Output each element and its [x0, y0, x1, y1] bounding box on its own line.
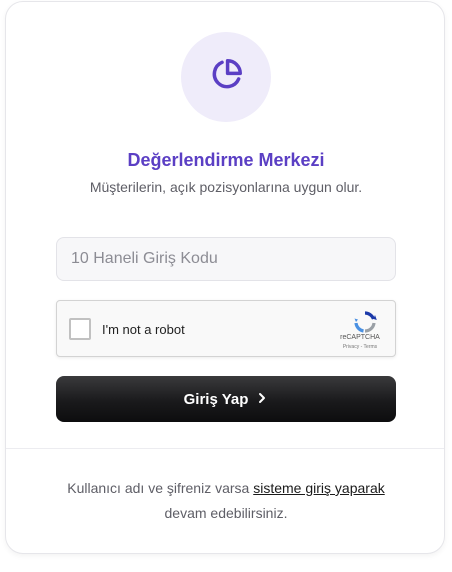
recaptcha-brand: reCAPTCHA — [340, 334, 380, 341]
footer-note: Kullanıcı adı ve şifreniz varsa sisteme … — [0, 476, 452, 526]
pie-chart-icon — [207, 56, 245, 99]
page-title: Değerlendirme Merkezi — [127, 150, 325, 170]
recaptcha-links[interactable]: Privacy - Terms — [335, 344, 385, 350]
recaptcha-logo-icon — [347, 311, 383, 333]
login-button[interactable]: Giriş Yap — [56, 376, 396, 422]
footer-text-before: Kullanıcı adı ve şifreniz varsa — [67, 480, 254, 496]
footer-text-after: devam edebilirsiniz. — [164, 505, 288, 521]
logo-badge — [181, 32, 271, 122]
login-code-input[interactable] — [56, 237, 396, 281]
login-button-label: Giriş Yap — [183, 390, 249, 408]
chevron-right-icon — [256, 391, 268, 408]
page-subtitle: Müşterilerin, açık pozisyonlarına uygun … — [89, 179, 363, 195]
recaptcha-checkbox[interactable] — [69, 318, 91, 340]
recaptcha-widget: I'm not a robot reCAPTCHA Privacy - Term… — [56, 300, 396, 357]
recaptcha-label: I'm not a robot — [102, 322, 185, 337]
login-link[interactable]: sisteme giriş yaparak — [253, 480, 385, 496]
divider — [6, 448, 444, 449]
